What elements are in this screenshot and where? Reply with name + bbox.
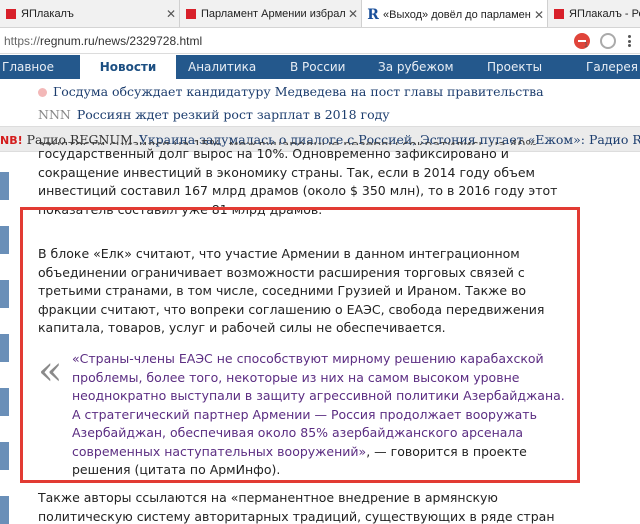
nav-item-analytics[interactable]: Аналитика [188, 55, 256, 79]
nav-item-russia[interactable]: В России [290, 55, 345, 79]
tab-title: «Выход» довёл до парламент [383, 8, 531, 21]
article-text-cut: занятости снизился на 15%, международные… [38, 137, 542, 145]
nav-item-gallery[interactable]: Галерея [586, 55, 638, 79]
quote-text: «Страны-члены ЕАЭС не способствуют мирно… [72, 351, 565, 459]
nav-item-main[interactable]: Главное [2, 55, 54, 79]
news-headline[interactable]: Россиян ждет резкий рост зарплат в 2018 … [77, 107, 390, 122]
yaplakal-icon [554, 9, 564, 19]
browser-tab[interactable]: ЯПлакалъ - Рез [548, 0, 640, 27]
article-quote: «Страны-члены ЕАЭС не способствуют мирно… [72, 350, 567, 480]
nav-item-news[interactable]: Новости [80, 55, 176, 79]
tab-title: ЯПлакалъ [21, 8, 74, 20]
url-path: regnum.ru/news/2329728.html [40, 34, 203, 48]
browser-tab[interactable]: ЯПлакалъ ✕ [0, 0, 180, 27]
yaplakal-icon [186, 9, 196, 19]
url-scheme: https:// [4, 34, 41, 48]
news-ticker-line[interactable]: NNN Россиян ждет резкий рост зарплат в 20… [0, 102, 640, 128]
regnum-r-icon: R [367, 6, 379, 23]
news-dot-icon [38, 88, 47, 97]
browser-tab[interactable]: Парламент Армении избрал ✕ [180, 0, 362, 27]
url-field[interactable]: https://regnum.ru/news/2329728.html [4, 34, 202, 48]
news-source: NNN [38, 107, 71, 122]
news-headline[interactable]: Госдума обсуждает кандидатуру Медведева … [53, 84, 544, 99]
close-icon[interactable]: ✕ [345, 7, 361, 21]
tab-title: ЯПлакалъ - Рез [569, 8, 640, 20]
address-bar[interactable]: https://regnum.ru/news/2329728.html 1 [0, 28, 640, 54]
menu-icon[interactable] [622, 33, 638, 49]
left-sidebar-strip [0, 150, 9, 524]
article-paragraph: Также авторы ссылаются на «перманентное … [38, 490, 555, 524]
site-nav: Главное Новости Аналитика В России За ру… [0, 55, 640, 79]
yaplakal-icon [6, 9, 16, 19]
close-icon[interactable]: ✕ [531, 8, 547, 22]
nav-item-abroad[interactable]: За рубежом [378, 55, 454, 79]
adblock-badge-count: 1 [584, 42, 588, 49]
nb-label: NB! [0, 134, 23, 147]
browser-tab-strip: ЯПлакалъ ✕ Парламент Армении избрал ✕ R … [0, 0, 640, 28]
tab-title: Парламент Армении избрал [201, 8, 345, 20]
close-icon[interactable]: ✕ [163, 7, 179, 21]
article-paragraph-highlighted: В блоке «Елк» считают, что участие Армен… [38, 246, 545, 335]
extension-icon[interactable] [600, 33, 616, 49]
quote-mark-icon: « [38, 348, 63, 394]
browser-tab-active[interactable]: R «Выход» довёл до парламент ✕ [362, 0, 548, 27]
nav-item-projects[interactable]: Проекты [487, 55, 542, 79]
